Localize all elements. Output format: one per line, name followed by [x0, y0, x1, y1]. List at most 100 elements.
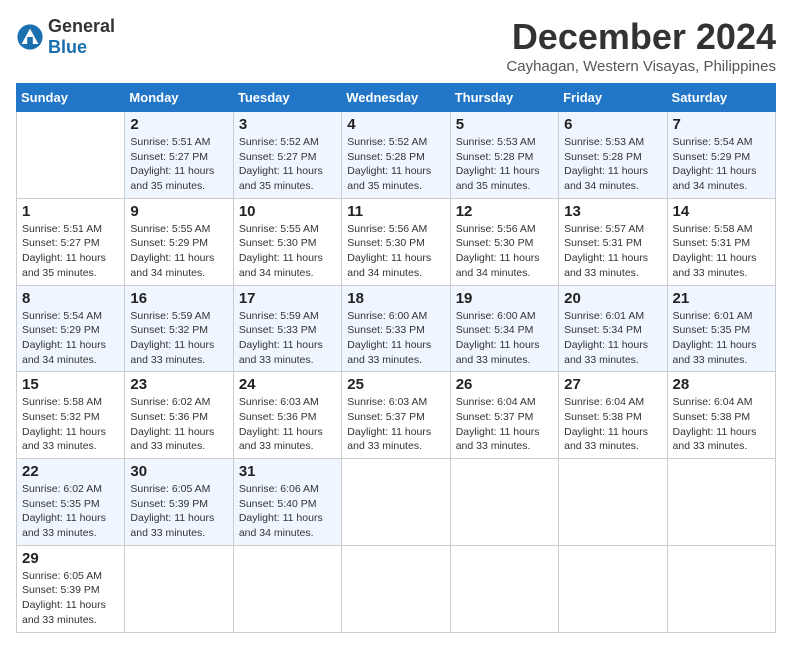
column-header-monday: Monday — [125, 84, 233, 112]
column-header-wednesday: Wednesday — [342, 84, 450, 112]
logo-text-blue: Blue — [48, 37, 87, 57]
calendar-week-row: 29 Sunrise: 6:05 AMSunset: 5:39 PMDayligh… — [17, 545, 776, 632]
day-info: Sunrise: 6:04 AMSunset: 5:38 PMDaylight:… — [564, 395, 661, 454]
day-number: 30 — [130, 463, 227, 480]
day-number: 1 — [22, 203, 119, 220]
calendar-week-row: 8 Sunrise: 5:54 AMSunset: 5:29 PMDaylight… — [17, 285, 776, 372]
calendar-cell: 5Sunrise: 5:53 AMSunset: 5:28 PMDaylight… — [450, 112, 558, 199]
calendar-week-row: 2Sunrise: 5:51 AMSunset: 5:27 PMDaylight… — [17, 112, 776, 199]
day-number: 24 — [239, 376, 336, 393]
day-info: Sunrise: 5:51 AMSunset: 5:27 PMDaylight:… — [130, 135, 227, 194]
day-number: 10 — [239, 203, 336, 220]
day-info: Sunrise: 5:53 AMSunset: 5:28 PMDaylight:… — [456, 135, 553, 194]
calendar-table: SundayMondayTuesdayWednesdayThursdayFrid… — [16, 83, 776, 633]
calendar-cell: 1 Sunrise: 5:51 AMSunset: 5:27 PMDaylight… — [17, 198, 125, 285]
day-info: Sunrise: 5:55 AMSunset: 5:29 PMDaylight:… — [130, 222, 227, 281]
day-info: Sunrise: 5:51 AMSunset: 5:27 PMDaylight:… — [22, 222, 119, 281]
day-number: 12 — [456, 203, 553, 220]
day-number: 29 — [22, 550, 119, 567]
day-info: Sunrise: 6:02 AMSunset: 5:36 PMDaylight:… — [130, 395, 227, 454]
day-number: 31 — [239, 463, 336, 480]
calendar-cell: 30 Sunrise: 6:05 AMSunset: 5:39 PMDayligh… — [125, 459, 233, 546]
day-number: 27 — [564, 376, 661, 393]
day-number: 8 — [22, 290, 119, 307]
day-number: 22 — [22, 463, 119, 480]
day-number: 4 — [347, 116, 444, 133]
day-info: Sunrise: 5:54 AMSunset: 5:29 PMDaylight:… — [22, 309, 119, 368]
calendar-cell: 4Sunrise: 5:52 AMSunset: 5:28 PMDaylight… — [342, 112, 450, 199]
logo-icon — [16, 23, 44, 51]
calendar-week-row: 1 Sunrise: 5:51 AMSunset: 5:27 PMDaylight… — [17, 198, 776, 285]
calendar-cell: 14Sunrise: 5:58 AMSunset: 5:31 PMDayligh… — [667, 198, 775, 285]
day-number: 13 — [564, 203, 661, 220]
day-info: Sunrise: 6:04 AMSunset: 5:38 PMDaylight:… — [673, 395, 770, 454]
day-number: 19 — [456, 290, 553, 307]
calendar-cell: 3 Sunrise: 5:52 AMSunset: 5:27 PMDaylight… — [233, 112, 341, 199]
calendar-cell: 23 Sunrise: 6:02 AMSunset: 5:36 PMDayligh… — [125, 372, 233, 459]
day-number: 28 — [673, 376, 770, 393]
calendar-cell — [559, 459, 667, 546]
day-number: 15 — [22, 376, 119, 393]
column-header-thursday: Thursday — [450, 84, 558, 112]
day-info: Sunrise: 6:04 AMSunset: 5:37 PMDaylight:… — [456, 395, 553, 454]
day-info: Sunrise: 5:58 AMSunset: 5:31 PMDaylight:… — [673, 222, 770, 281]
day-info: Sunrise: 5:59 AMSunset: 5:32 PMDaylight:… — [130, 309, 227, 368]
calendar-cell — [342, 459, 450, 546]
day-number: 21 — [673, 290, 770, 307]
calendar-cell: 15 Sunrise: 5:58 AMSunset: 5:32 PMDayligh… — [17, 372, 125, 459]
day-number: 18 — [347, 290, 444, 307]
logo-text-general: General — [48, 16, 115, 36]
day-number: 23 — [130, 376, 227, 393]
calendar-cell — [125, 545, 233, 632]
calendar-cell: 17Sunrise: 5:59 AMSunset: 5:33 PMDayligh… — [233, 285, 341, 372]
calendar-cell: 6 Sunrise: 5:53 AMSunset: 5:28 PMDaylight… — [559, 112, 667, 199]
day-number: 11 — [347, 203, 444, 220]
day-number: 20 — [564, 290, 661, 307]
calendar-cell: 25 Sunrise: 6:03 AMSunset: 5:37 PMDayligh… — [342, 372, 450, 459]
day-info: Sunrise: 6:05 AMSunset: 5:39 PMDaylight:… — [130, 482, 227, 541]
calendar-cell: 16Sunrise: 5:59 AMSunset: 5:32 PMDayligh… — [125, 285, 233, 372]
day-info: Sunrise: 5:53 AMSunset: 5:28 PMDaylight:… — [564, 135, 661, 194]
day-number: 6 — [564, 116, 661, 133]
month-title: December 2024 — [506, 16, 776, 58]
column-header-tuesday: Tuesday — [233, 84, 341, 112]
day-info: Sunrise: 5:59 AMSunset: 5:33 PMDaylight:… — [239, 309, 336, 368]
day-info: Sunrise: 5:56 AMSunset: 5:30 PMDaylight:… — [456, 222, 553, 281]
calendar-cell — [450, 545, 558, 632]
day-number: 3 — [239, 116, 336, 133]
calendar-cell: 7Sunrise: 5:54 AMSunset: 5:29 PMDaylight… — [667, 112, 775, 199]
day-info: Sunrise: 5:56 AMSunset: 5:30 PMDaylight:… — [347, 222, 444, 281]
calendar-cell: 8 Sunrise: 5:54 AMSunset: 5:29 PMDaylight… — [17, 285, 125, 372]
day-number: 7 — [673, 116, 770, 133]
calendar-header-row: SundayMondayTuesdayWednesdayThursdayFrid… — [17, 84, 776, 112]
day-info: Sunrise: 6:05 AMSunset: 5:39 PMDaylight:… — [22, 569, 119, 628]
day-info: Sunrise: 6:02 AMSunset: 5:35 PMDaylight:… — [22, 482, 119, 541]
calendar-cell: 28 Sunrise: 6:04 AMSunset: 5:38 PMDayligh… — [667, 372, 775, 459]
page-header: General Blue December 2024 Cayhagan, Wes… — [16, 16, 776, 75]
calendar-cell: 29 Sunrise: 6:05 AMSunset: 5:39 PMDayligh… — [17, 545, 125, 632]
column-header-friday: Friday — [559, 84, 667, 112]
calendar-cell — [667, 459, 775, 546]
day-info: Sunrise: 5:52 AMSunset: 5:27 PMDaylight:… — [239, 135, 336, 194]
column-header-saturday: Saturday — [667, 84, 775, 112]
calendar-cell: 18 Sunrise: 6:00 AMSunset: 5:33 PMDayligh… — [342, 285, 450, 372]
calendar-cell: 19Sunrise: 6:00 AMSunset: 5:34 PMDayligh… — [450, 285, 558, 372]
title-block: December 2024 Cayhagan, Western Visayas,… — [506, 16, 776, 75]
day-info: Sunrise: 6:01 AMSunset: 5:35 PMDaylight:… — [673, 309, 770, 368]
day-number: 26 — [456, 376, 553, 393]
calendar-cell: 26 Sunrise: 6:04 AMSunset: 5:37 PMDayligh… — [450, 372, 558, 459]
calendar-cell: 27 Sunrise: 6:04 AMSunset: 5:38 PMDayligh… — [559, 372, 667, 459]
calendar-cell: 10Sunrise: 5:55 AMSunset: 5:30 PMDayligh… — [233, 198, 341, 285]
calendar-cell — [17, 112, 125, 199]
calendar-week-row: 22 Sunrise: 6:02 AMSunset: 5:35 PMDayligh… — [17, 459, 776, 546]
calendar-cell: 9 Sunrise: 5:55 AMSunset: 5:29 PMDaylight… — [125, 198, 233, 285]
calendar-week-row: 15 Sunrise: 5:58 AMSunset: 5:32 PMDayligh… — [17, 372, 776, 459]
day-number: 25 — [347, 376, 444, 393]
column-header-sunday: Sunday — [17, 84, 125, 112]
day-info: Sunrise: 6:00 AMSunset: 5:33 PMDaylight:… — [347, 309, 444, 368]
day-number: 9 — [130, 203, 227, 220]
day-info: Sunrise: 6:03 AMSunset: 5:37 PMDaylight:… — [347, 395, 444, 454]
calendar-cell: 2Sunrise: 5:51 AMSunset: 5:27 PMDaylight… — [125, 112, 233, 199]
logo: General Blue — [16, 16, 115, 58]
day-info: Sunrise: 5:58 AMSunset: 5:32 PMDaylight:… — [22, 395, 119, 454]
